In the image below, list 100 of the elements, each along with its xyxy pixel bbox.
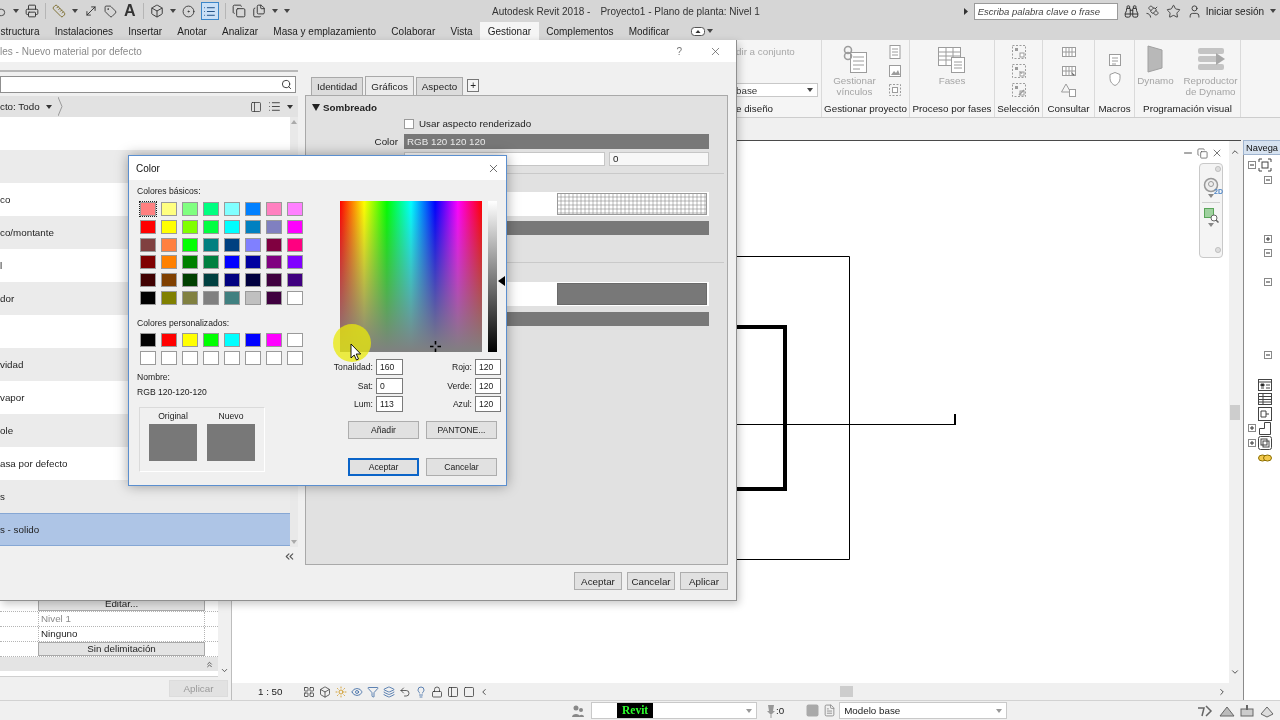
table-icon[interactable] xyxy=(1258,392,1272,407)
selection-cursor-icon[interactable] xyxy=(1010,63,1027,79)
color-swatch[interactable] xyxy=(244,236,262,253)
document-lines-icon[interactable] xyxy=(886,44,903,60)
tab[interactable]: Identidad xyxy=(311,77,364,95)
diagonal-arrow-icon[interactable] xyxy=(84,4,98,18)
color-swatch[interactable] xyxy=(181,201,199,217)
document-icon[interactable] xyxy=(823,704,837,717)
view-frame-icon[interactable] xyxy=(1258,157,1272,172)
dialog-button[interactable]: Aceptar xyxy=(574,572,622,590)
number-field[interactable]: 120 xyxy=(475,396,501,412)
color-swatch[interactable] xyxy=(286,331,304,348)
color-swatch[interactable] xyxy=(244,349,262,366)
checkbox[interactable] xyxy=(404,118,414,129)
image-icon[interactable] xyxy=(886,63,903,79)
scroll-up-icon[interactable] xyxy=(291,120,297,124)
overlapping-squares-icon[interactable] xyxy=(231,4,246,18)
color-swatch[interactable] xyxy=(160,236,178,253)
color-swatch[interactable] xyxy=(139,272,157,289)
color-swatch[interactable] xyxy=(265,290,283,306)
dashed-square-icon[interactable] xyxy=(886,82,903,98)
color-swatch[interactable] xyxy=(202,290,220,306)
collapse-triangle-icon[interactable] xyxy=(312,104,320,111)
number-field[interactable]: 113 xyxy=(376,396,403,412)
color-swatch[interactable] xyxy=(202,331,220,348)
stacked-windows-icon[interactable] xyxy=(251,4,266,18)
tab[interactable]: Gráficos xyxy=(365,76,414,95)
help-button[interactable]: ? xyxy=(676,45,682,57)
grid-icon[interactable] xyxy=(1060,44,1077,60)
color-field[interactable]: RGB 120 120 120 xyxy=(404,134,709,149)
list-view-icon[interactable] xyxy=(268,100,281,113)
ribbon-tab[interactable]: Modificar xyxy=(621,22,677,40)
scroll-thumb[interactable] xyxy=(839,686,853,697)
ribbon-tab[interactable]: Complementos xyxy=(538,22,622,40)
color-swatch[interactable] xyxy=(202,218,220,235)
shield-icon[interactable] xyxy=(1106,71,1123,87)
color-swatch[interactable] xyxy=(244,254,262,271)
number-field[interactable]: 0 xyxy=(609,152,709,166)
color-swatch[interactable] xyxy=(265,201,283,217)
color-swatch[interactable] xyxy=(286,272,304,289)
sheet-icon[interactable] xyxy=(1258,406,1272,421)
close-icon[interactable] xyxy=(1211,147,1223,159)
color-swatch[interactable] xyxy=(139,331,157,348)
scroll-down-icon[interactable] xyxy=(219,666,229,675)
circle-dot-icon[interactable] xyxy=(181,4,195,18)
material-row[interactable]: s - solido xyxy=(0,513,290,546)
restore-icon[interactable] xyxy=(1197,147,1208,159)
view-scale[interactable]: 1 : 50 xyxy=(258,686,283,697)
color-swatch[interactable] xyxy=(223,290,241,306)
color-spectrum[interactable] xyxy=(340,201,482,352)
color-swatch[interactable] xyxy=(286,201,304,217)
slider-arrow-icon[interactable] xyxy=(498,276,505,286)
people-icon[interactable] xyxy=(571,703,585,718)
minus-box-icon[interactable] xyxy=(1264,176,1272,185)
color-swatch[interactable] xyxy=(286,218,304,235)
ribbon-tab[interactable]: Instalaciones xyxy=(47,22,121,40)
minus-box-icon[interactable] xyxy=(1248,160,1256,169)
color-swatch[interactable] xyxy=(160,349,178,366)
square-icon[interactable] xyxy=(462,685,475,698)
search-field[interactable]: Escriba palabra clave o frase xyxy=(973,2,1118,20)
ruler-icon[interactable] xyxy=(52,4,66,18)
color-swatch[interactable] xyxy=(160,254,178,271)
dialog-button[interactable]: Cancelar xyxy=(426,458,497,476)
expand-triangle-icon[interactable] xyxy=(963,7,968,15)
model-dropdown[interactable]: Modelo base xyxy=(839,702,1008,719)
pin-icon[interactable] xyxy=(766,703,776,718)
number-field[interactable]: 120 xyxy=(475,359,501,375)
minus-box-icon[interactable] xyxy=(1264,249,1272,258)
number-field[interactable]: 0 xyxy=(376,377,403,394)
color-swatch[interactable] xyxy=(181,254,199,271)
color-swatch[interactable] xyxy=(223,236,241,253)
workset-dropdown[interactable]: Revit xyxy=(591,702,757,719)
legend-icon[interactable] xyxy=(1258,377,1272,392)
satellite-icon[interactable] xyxy=(1144,3,1160,19)
dialog-button[interactable]: Cancelar xyxy=(627,572,675,590)
color-swatch[interactable] xyxy=(181,290,199,306)
dialog-button[interactable]: PANTONE... xyxy=(426,421,497,439)
plus-box-icon[interactable] xyxy=(1248,439,1256,447)
layers-icon[interactable] xyxy=(382,685,395,698)
tag-icon[interactable] xyxy=(104,4,117,18)
color-swatch[interactable] xyxy=(223,349,241,366)
filter-dropdown[interactable]: cto: Todo xyxy=(0,101,54,112)
grid-cursor-icon[interactable] xyxy=(1060,63,1077,79)
color-swatch[interactable] xyxy=(139,201,157,217)
color-swatch[interactable] xyxy=(244,290,262,306)
material-row[interactable]: s xyxy=(0,480,290,513)
dashed-selection-icon[interactable] xyxy=(1010,44,1027,60)
sign-in-link[interactable]: Iniciar sesión xyxy=(1205,5,1264,17)
ribbon-tab[interactable]: Anotar xyxy=(169,22,215,40)
color-swatch[interactable] xyxy=(286,254,304,271)
color-swatch[interactable] xyxy=(181,272,199,289)
curved-arrow-icon[interactable] xyxy=(398,685,411,698)
color-swatch[interactable] xyxy=(202,201,220,217)
color-swatch[interactable] xyxy=(265,254,283,271)
color-swatch[interactable] xyxy=(160,218,178,235)
dialog-button[interactable]: Añadir xyxy=(348,421,419,439)
zoom-icon[interactable] xyxy=(1203,207,1219,223)
phase-dropdown[interactable]: base xyxy=(736,83,818,97)
number-field[interactable]: 120 xyxy=(475,377,501,394)
scroll-right-icon[interactable] xyxy=(1217,686,1227,697)
